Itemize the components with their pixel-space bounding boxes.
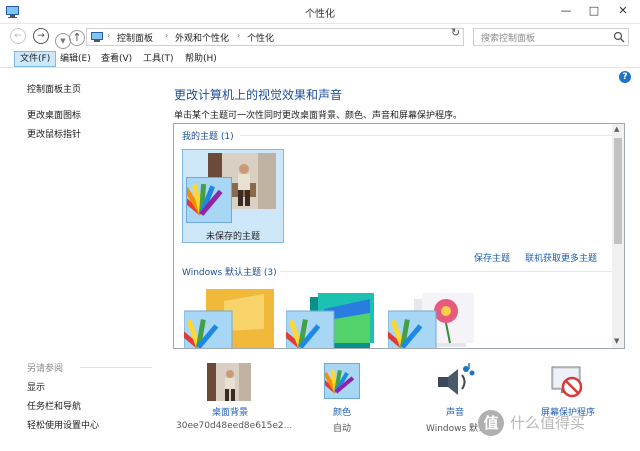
control-panel-icon (91, 32, 103, 42)
help-icon[interactable]: ? (619, 71, 631, 83)
scroll-thumb[interactable] (614, 138, 622, 244)
palette-graphic (176, 183, 223, 216)
page-description: 单击某个主题可一次性同时更改桌面背景、颜色、声音和屏幕保护程序。 (174, 111, 463, 121)
theme-windows[interactable] (184, 289, 274, 348)
theme-flowers[interactable] (388, 289, 478, 348)
theme-list: 我的主题 (1) 未保存的主题 保存主题 联机获取更多主题 Windows 默认… (173, 123, 625, 349)
scroll-up-arrow[interactable]: ▲ (614, 125, 619, 133)
my-themes-heading: 我的主题 (1) (182, 132, 234, 142)
palette-graphic (317, 369, 355, 394)
theme-lines-and-colors[interactable] (286, 289, 376, 348)
minimize-button[interactable]: — (552, 0, 580, 22)
divider (240, 135, 612, 136)
link-change-desktop-icons[interactable]: 更改桌面图标 (27, 108, 81, 121)
theme-unsaved[interactable]: 未保存的主题 (176, 149, 284, 243)
speaker-icon (438, 361, 475, 395)
link-change-mouse-pointers[interactable]: 更改鼠标指针 (27, 127, 81, 140)
watermark-badge: 值 (478, 410, 504, 436)
watermark: 值 什么值得买 (478, 408, 638, 440)
link-display[interactable]: 显示 (27, 380, 45, 393)
menu-tools[interactable]: 工具(T) (138, 51, 179, 67)
forward-button[interactable]: → (33, 28, 49, 44)
color-tile[interactable] (317, 363, 360, 399)
default-themes-heading: Windows 默认主题 (3) (182, 268, 277, 278)
divider (80, 367, 152, 368)
menu-help[interactable]: 帮助(H) (180, 51, 222, 67)
navigation-bar: ← → ▼ ↑ › 控制面板 › 外观和个性化 › 个性化 ▾ ↻ 搜索控制面板 (0, 24, 640, 49)
address-bar[interactable]: › 控制面板 › 外观和个性化 › 个性化 ▾ (86, 28, 519, 46)
theme-list-scrollbar[interactable]: ▲ ▼ (612, 124, 624, 348)
see-also-heading: 另请参阅 (27, 364, 64, 374)
desktop-background-tile[interactable] (207, 363, 251, 404)
desktop-background-label[interactable]: 桌面背景 (212, 405, 248, 418)
maximize-button[interactable]: □ (580, 0, 608, 22)
theme-unsaved-label: 未保存的主题 (205, 232, 260, 242)
theme-windows-preview (184, 289, 274, 348)
link-taskbar-navigation[interactable]: 任务栏和导航 (27, 399, 81, 412)
theme-flowers-preview (388, 293, 474, 348)
refresh-icon[interactable]: ↻ (451, 26, 460, 39)
link-ease-of-access[interactable]: 轻松使用设置中心 (27, 418, 99, 431)
page-title: 更改计算机上的视觉效果和声音 (174, 88, 343, 102)
menu-file[interactable]: 文件(F) (14, 51, 57, 67)
save-theme-link[interactable]: 保存主题 (474, 251, 510, 264)
sounds-tile[interactable] (436, 361, 476, 402)
breadcrumb-separator: › (237, 31, 241, 40)
color-label[interactable]: 颜色 (333, 405, 351, 418)
color-value: 自动 (333, 424, 352, 434)
scroll-down-arrow[interactable]: ▼ (614, 337, 619, 345)
breadcrumb-appearance[interactable]: 外观和个性化 (175, 31, 229, 44)
menu-edit[interactable]: 编辑(E) (55, 51, 96, 67)
up-button[interactable]: ↑ (69, 30, 85, 46)
divider (280, 271, 612, 272)
menu-bar: 文件(F) 编辑(E) 查看(V) 工具(T) 帮助(H) (0, 50, 640, 68)
link-control-panel-home[interactable]: 控制面板主页 (27, 82, 81, 95)
search-input[interactable]: 搜索控制面板 (473, 28, 629, 46)
menu-view[interactable]: 查看(V) (96, 51, 137, 67)
window-title: 个性化 (305, 9, 335, 20)
breadcrumb-separator: › (107, 31, 111, 40)
theme-lines-preview (286, 293, 374, 348)
search-icon[interactable] (613, 31, 625, 43)
breadcrumb-personalization[interactable]: 个性化 (247, 31, 274, 44)
back-icon: ← (14, 31, 22, 41)
desktop-background-value: 30ee70d48eed8e615e2... (176, 421, 293, 431)
breadcrumb-control-panel[interactable]: 控制面板 (117, 31, 153, 44)
watermark-text: 什么值得买 (510, 414, 586, 432)
forward-icon: → (37, 31, 45, 41)
get-more-themes-link[interactable]: 联机获取更多主题 (525, 251, 597, 264)
sounds-label[interactable]: 声音 (446, 405, 464, 418)
desktop-background-thumbnail (207, 363, 251, 401)
title-bar: 个性化 — □ ✕ (0, 0, 640, 24)
breadcrumb-separator: › (165, 31, 169, 40)
search-placeholder: 搜索控制面板 (481, 34, 536, 44)
screensaver-icon (551, 366, 583, 398)
close-button[interactable]: ✕ (606, 0, 640, 22)
screensaver-tile[interactable] (548, 363, 586, 404)
back-button[interactable]: ← (10, 28, 26, 44)
palette-icon (317, 363, 360, 399)
up-icon: ↑ (72, 31, 82, 44)
palette-icon (176, 177, 232, 223)
